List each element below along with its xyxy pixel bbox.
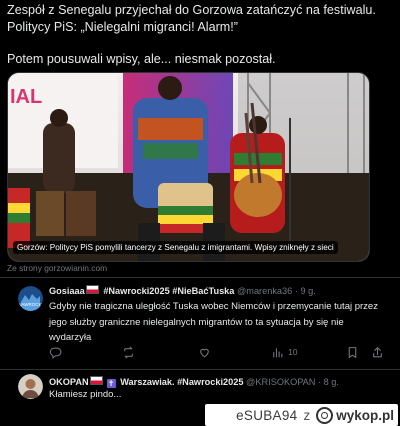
- tweet-line-1: Zespół z Senegalu przyjechał do Gorzowa …: [7, 3, 376, 17]
- wykop-logo-icon: [316, 406, 334, 424]
- media-source[interactable]: Ze strony gorzowianin.com: [7, 263, 107, 273]
- reply-text: Kłamiesz pindo...: [49, 389, 122, 400]
- reply-header: Gosiaaa #Nawrocki2025 #NieBaćTuska @mare…: [49, 285, 316, 297]
- share-icon: [373, 346, 382, 357]
- display-name-tags: #Nawrocki2025 #NieBaćTuska: [103, 286, 235, 296]
- watermark-z: z: [303, 407, 311, 423]
- action-bar: 10: [49, 345, 384, 359]
- views-icon: [273, 347, 283, 357]
- svg-text:IAL: IAL: [10, 86, 42, 108]
- display-name[interactable]: Gosiaaa: [49, 286, 85, 296]
- wykop-watermark: eSUBA94 z wykop.pl: [205, 404, 398, 426]
- watermark-brand: wykop.pl: [336, 407, 394, 423]
- festival-photo: IAL: [8, 73, 369, 261]
- svg-text:NAWROCKI: NAWROCKI: [18, 302, 43, 307]
- tweet-line-2: Politycy PiS: „Nielegalni migranci! Alar…: [7, 20, 238, 34]
- share-button[interactable]: [371, 345, 384, 359]
- display-name-tags: Warszawiak. #Nawrocki2025: [120, 377, 244, 387]
- reply-text: Gdyby nie tragiczna uległość Tuska wobec…: [49, 301, 378, 343]
- tweet-line-3: Potem pousuwali wpisy, ale... niesmak po…: [7, 52, 276, 66]
- reply-button[interactable]: [49, 345, 62, 359]
- bookmark-icon: [348, 346, 357, 358]
- reply-icon: [49, 347, 62, 358]
- heart-icon: [200, 348, 209, 357]
- tweet-media-image[interactable]: IAL Gorzów: Politycy PiS pomylili tancer…: [7, 72, 370, 262]
- user-handle[interactable]: @marenka36: [237, 286, 292, 296]
- repost-icon: [124, 346, 133, 358]
- views-count: 10: [288, 347, 298, 357]
- like-button[interactable]: [198, 345, 211, 359]
- bookmark-button[interactable]: [346, 345, 359, 359]
- media-caption: Gorzów: Politycy PiS pomylili tancerzy z…: [13, 241, 338, 254]
- timestamp[interactable]: · 9 g.: [295, 286, 316, 296]
- timestamp[interactable]: · 8 g.: [318, 377, 339, 387]
- user-handle[interactable]: @KRISOKOPAN: [246, 377, 315, 387]
- avatar[interactable]: [18, 374, 43, 399]
- display-name[interactable]: OKOPAN: [49, 377, 89, 387]
- views-button[interactable]: 10: [271, 345, 297, 359]
- poland-flag-icon: [89, 376, 103, 385]
- watermark-user: eSUBA94: [236, 407, 298, 423]
- poland-flag-icon: [85, 285, 99, 294]
- tweet-text: Zespół z Senegalu przyjechał do Gorzowa …: [7, 2, 393, 68]
- avatar[interactable]: NAWROCKI: [18, 286, 43, 311]
- reply-1[interactable]: NAWROCKI Gosiaaa #Nawrocki2025 #NieBaćTu…: [0, 277, 400, 369]
- repost-button[interactable]: [122, 345, 135, 359]
